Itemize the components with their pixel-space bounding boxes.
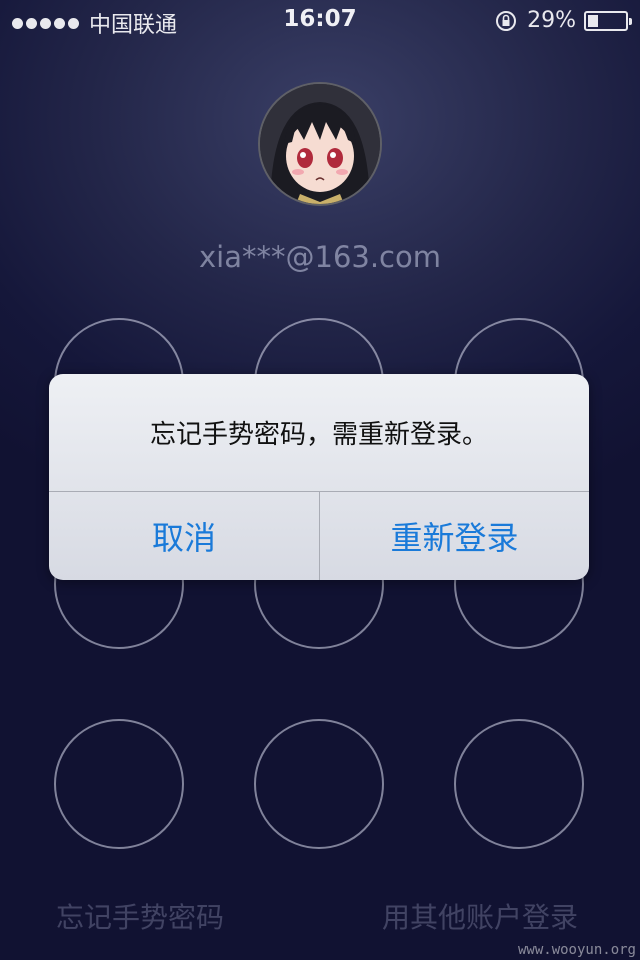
battery-icon: [584, 10, 632, 31]
rotation-lock-icon: [496, 10, 517, 31]
relogin-button[interactable]: 重新登录: [320, 492, 589, 580]
alert-dialog: 忘记手势密码，需重新登录。 取消 重新登录: [49, 374, 589, 580]
battery-percent: 29%: [527, 8, 576, 33]
avatar: [258, 82, 382, 206]
other-account-login-link[interactable]: 用其他账户登录: [382, 896, 578, 936]
gesture-node-7[interactable]: [54, 719, 184, 849]
status-bar: 中国联通 16:07 29%: [0, 0, 640, 40]
account-email: xia***@163.com: [199, 240, 441, 274]
avatar-image: [260, 84, 380, 204]
status-right: 29%: [495, 8, 632, 33]
battery-level-fill: [588, 14, 598, 27]
gesture-node-8[interactable]: [254, 719, 384, 849]
cancel-button[interactable]: 取消: [49, 492, 319, 580]
forgot-gesture-link[interactable]: 忘记手势密码: [56, 896, 224, 936]
gesture-node-9[interactable]: [454, 719, 584, 849]
alert-message: 忘记手势密码，需重新登录。: [149, 420, 488, 450]
watermark: www.wooyun.org: [517, 942, 636, 958]
